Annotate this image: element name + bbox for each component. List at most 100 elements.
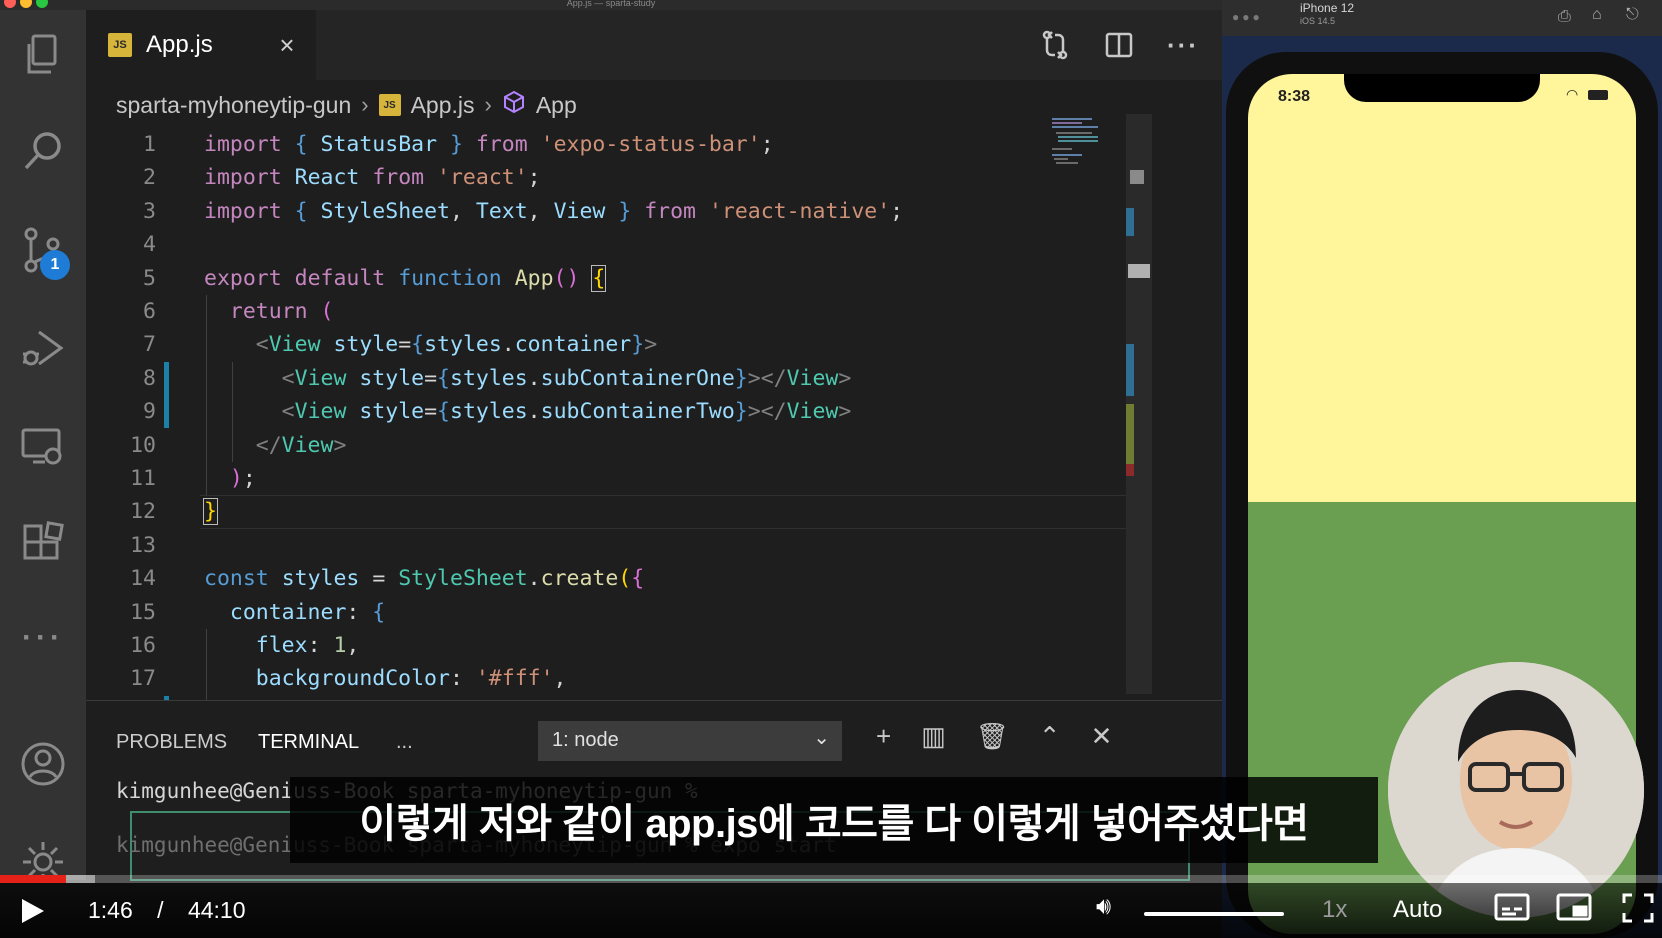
breadcrumb-file[interactable]: App.js (411, 92, 475, 119)
line-content: <View style={styles.subContainerOne}></V… (281, 365, 852, 391)
chevron-right-icon: › (484, 92, 492, 117)
time-display: 1:46 / 44:10 (88, 897, 246, 924)
terminal-select[interactable]: 1: node ⌄ (538, 721, 842, 761)
line-content: container: { (229, 599, 386, 625)
progress-played (0, 875, 67, 883)
editor-area: JS App.js × ··· sparta-myhoneytip-gun › … (86, 10, 1222, 881)
chevron-right-icon: › (361, 92, 369, 117)
search-icon[interactable] (0, 122, 86, 182)
editor-tab-bar: JS App.js × ··· (86, 10, 1222, 80)
scroll-decoration (1126, 404, 1134, 464)
volume-icon[interactable]: 🔊︎ (1096, 893, 1111, 921)
code-line: 5 export default function App() { (86, 262, 1146, 295)
line-number: 9 (143, 399, 156, 425)
duration: 44:10 (187, 897, 246, 923)
code-line: 16 flex: 1, (86, 629, 1146, 662)
line-number: 1 (143, 132, 156, 157)
code-line: 1 import { StatusBar } from 'expo-status-… (86, 128, 1146, 161)
extensions-icon[interactable] (0, 514, 86, 574)
scroll-decoration (1126, 344, 1134, 396)
fullscreen-icon[interactable] (1622, 893, 1654, 930)
code-line: 6 return ( (86, 295, 1146, 328)
simulator-titlebar: ●●● iPhone 12 iOS 14.5 ⎙ ⌂ ⎋ (1222, 0, 1662, 36)
line-content: export default function App() { (204, 264, 607, 292)
scroll-decoration (1126, 464, 1134, 476)
tab-app-js[interactable]: JS App.js × (86, 10, 316, 80)
home-icon[interactable]: ⌂ (1592, 6, 1602, 24)
rotate-icon[interactable]: ⎋ (1626, 6, 1639, 24)
quality-setting[interactable]: Auto (1393, 896, 1442, 924)
more-actions-icon[interactable]: ··· (1162, 24, 1204, 66)
breadcrumb: sparta-myhoneytip-gun › JS App.js › App (116, 80, 577, 130)
scroll-thumb[interactable] (1128, 264, 1150, 278)
line-number: 2 (143, 165, 156, 191)
current-time: 1:46 (88, 897, 133, 923)
line-number: 7 (143, 332, 156, 358)
scroll-thumb[interactable] (1130, 170, 1144, 184)
play-icon[interactable] (16, 895, 48, 927)
editor-scrollbar[interactable] (1126, 114, 1152, 694)
code-line: 8 <View style={styles.subContainerOne}><… (86, 362, 1146, 395)
compare-changes-icon[interactable] (1034, 24, 1076, 66)
player-controls: 1:46 / 44:10 🔊︎ 1x Auto (0, 883, 1662, 938)
playback-speed[interactable]: 1x (1322, 896, 1347, 924)
javascript-file-icon: JS (108, 33, 132, 57)
line-content: <View style={styles.container}> (255, 332, 658, 358)
line-number: 15 (130, 599, 156, 625)
line-number: 6 (143, 299, 156, 324)
line-number: 13 (130, 532, 156, 558)
editor-actions: ··· (1034, 24, 1204, 66)
time-separator: / (157, 897, 164, 923)
code-line: 10 </View> (86, 429, 1146, 462)
subtitles-icon[interactable] (1494, 893, 1530, 928)
trash-icon[interactable]: 🗑 (976, 721, 1009, 752)
code-line: 12} (86, 495, 1146, 528)
miniplayer-icon[interactable] (1556, 893, 1592, 928)
breadcrumb-folder[interactable]: sparta-myhoneytip-gun (116, 92, 351, 119)
tab-terminal[interactable]: TERMINAL (258, 731, 359, 754)
source-control-badge: 1 (40, 250, 70, 280)
explorer-icon[interactable] (0, 24, 86, 84)
wifi-icon: ◠ (1566, 86, 1579, 102)
panel-more-icon[interactable]: ... (396, 731, 413, 754)
code-line: 15 container: { (86, 596, 1146, 629)
minimap[interactable] (1052, 116, 1112, 176)
javascript-file-icon: JS (378, 94, 401, 116)
breadcrumb-symbol[interactable]: App (536, 92, 577, 119)
tab-problems[interactable]: PROBLEMS (116, 731, 227, 754)
scroll-decoration (1126, 208, 1134, 236)
line-number: 17 (130, 666, 156, 692)
line-number: 4 (143, 232, 156, 258)
progress-bar[interactable] (0, 875, 1662, 883)
panel-actions: + ▥ 🗑 ⌃ ✕ (876, 721, 1112, 752)
more-icon[interactable]: ··· (0, 608, 86, 668)
status-bar-time: 8:38 (1278, 88, 1311, 105)
terminal-select-value: 1: node (552, 729, 619, 751)
line-number: 14 (130, 566, 156, 592)
line-content: import { StatusBar } from 'expo-status-b… (204, 132, 774, 157)
line-content: <View style={styles.subContainerTwo}></V… (281, 399, 852, 425)
chevron-up-icon[interactable]: ⌃ (1039, 721, 1061, 752)
run-debug-icon[interactable] (0, 318, 86, 378)
line-number: 11 (130, 466, 156, 491)
split-editor-icon[interactable] (1098, 24, 1140, 66)
line-number: 12 (130, 499, 156, 525)
remote-explorer-icon[interactable] (0, 416, 86, 476)
line-content: } (203, 498, 218, 526)
line-number: 16 (130, 633, 156, 658)
add-terminal-icon[interactable]: + (876, 721, 891, 752)
split-terminal-icon[interactable]: ▥ (921, 721, 946, 752)
line-content: flex: 1, (255, 633, 360, 658)
volume-slider[interactable] (1144, 912, 1284, 916)
source-control-icon[interactable]: 1 (0, 220, 86, 280)
account-icon[interactable] (0, 734, 86, 794)
line-number: 10 (130, 432, 156, 458)
code-line: 2 import React from 'react'; (86, 161, 1146, 194)
close-icon[interactable]: ✕ (1091, 721, 1113, 752)
close-icon[interactable]: × (272, 30, 302, 60)
battery-icon (1588, 90, 1608, 100)
screenshot-icon[interactable]: ⎙ (1558, 8, 1571, 26)
chevron-down-icon: ⌄ (813, 727, 830, 749)
code-editor[interactable]: 1 import { StatusBar } from 'expo-status-… (86, 128, 1146, 708)
code-line: 14 const styles = StyleSheet.create({ (86, 562, 1146, 595)
